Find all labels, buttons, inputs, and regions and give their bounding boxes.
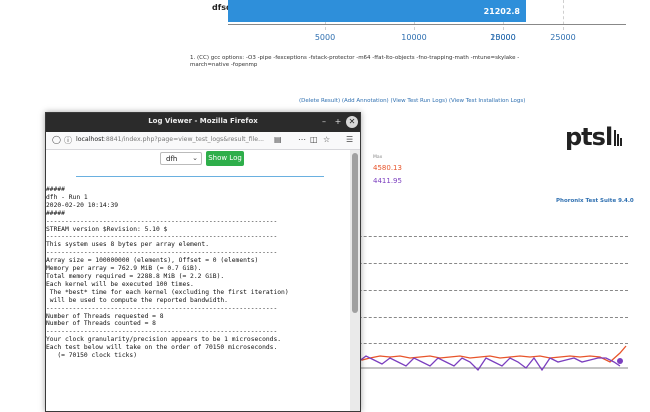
chevron-down-icon: ⌄ bbox=[192, 154, 198, 162]
menu-icon[interactable]: ☰ bbox=[346, 135, 353, 144]
window-title: Log Viewer - Mozilla Firefox bbox=[148, 117, 258, 125]
nav-bar: ◯ ⓘ localhost:8841/index.php?page=view_t… bbox=[46, 132, 360, 150]
reader-view-icon[interactable]: ▤ bbox=[274, 135, 282, 144]
test-select-value: dfh bbox=[166, 155, 178, 163]
test-select[interactable]: dfh ⌄ bbox=[160, 152, 202, 165]
show-log-button[interactable]: Show Log bbox=[206, 151, 244, 166]
scrollbar[interactable] bbox=[350, 150, 360, 411]
maximize-button[interactable]: + bbox=[332, 116, 344, 128]
minimize-button[interactable]: – bbox=[318, 116, 330, 128]
title-bar[interactable]: Log Viewer - Mozilla Firefox – + ✕ bbox=[46, 113, 360, 132]
log-text: ##### dfh - Run 1 2020-02-20 10:14:39 ##… bbox=[46, 186, 289, 360]
divider bbox=[76, 176, 324, 177]
bookmark-star-icon[interactable]: ☆ bbox=[323, 135, 330, 144]
pocket-icon[interactable]: ◫ bbox=[310, 135, 318, 144]
scrollbar-thumb[interactable] bbox=[352, 153, 358, 313]
log-viewer-window: Log Viewer - Mozilla Firefox – + ✕ ◯ ⓘ l… bbox=[45, 112, 361, 412]
page-content: dfh ⌄ Show Log ##### dfh - Run 1 2020-02… bbox=[46, 150, 352, 411]
series-point bbox=[617, 358, 623, 364]
url-path: :8841/index.php?page=view_test_logs&resu… bbox=[103, 136, 265, 143]
url-host: localhost bbox=[76, 136, 104, 143]
url-field[interactable]: localhost:8841/index.php?page=view_test_… bbox=[76, 136, 264, 143]
more-actions-icon[interactable]: ⋯ bbox=[298, 135, 306, 144]
page-info-icon[interactable]: ⓘ bbox=[64, 135, 72, 146]
shield-icon[interactable]: ◯ bbox=[52, 135, 61, 144]
close-button[interactable]: ✕ bbox=[346, 116, 358, 128]
